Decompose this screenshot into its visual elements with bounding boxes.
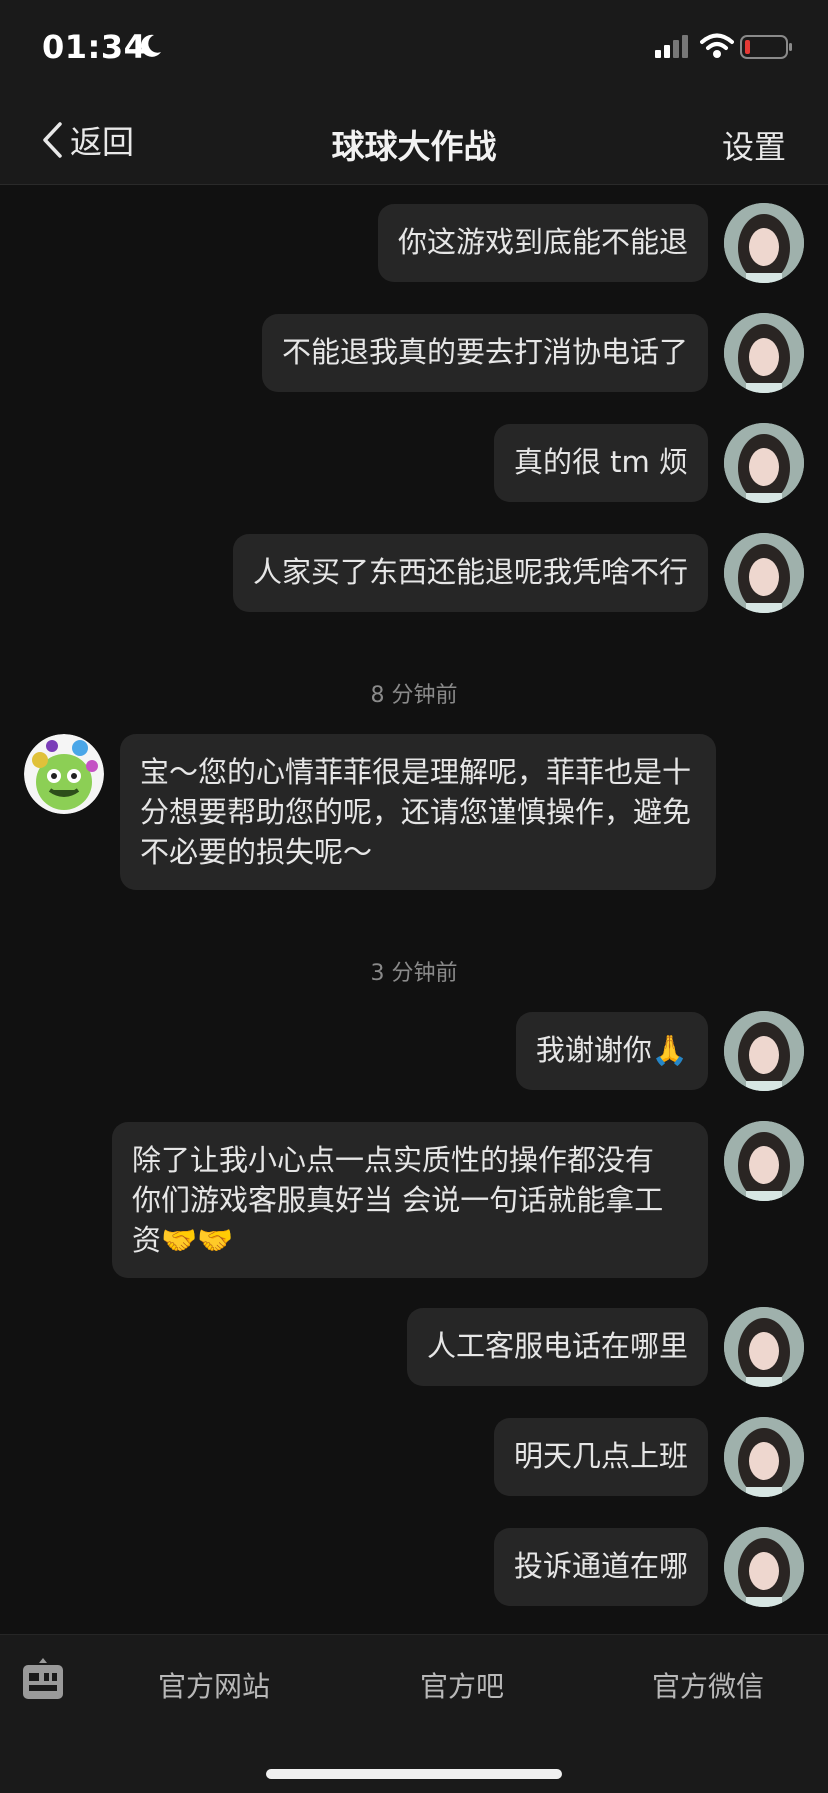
- message-bubble[interactable]: 你这游戏到底能不能退: [377, 204, 708, 282]
- tab-official-forum[interactable]: 官方吧: [420, 1665, 504, 1705]
- user-avatar[interactable]: [724, 423, 804, 503]
- user-avatar[interactable]: [724, 533, 804, 613]
- avatar-image: [724, 1527, 804, 1607]
- avatar-image: [724, 423, 804, 503]
- message-bubble[interactable]: 不能退我真的要去打消协电话了: [261, 314, 708, 392]
- bottom-bar: 官方网站 官方吧 官方微信: [0, 1634, 828, 1793]
- avatar-image: [724, 1121, 804, 1201]
- message-bubble[interactable]: 明天几点上班: [493, 1418, 708, 1496]
- timestamp: 8 分钟前: [370, 683, 458, 708]
- avatar-image: [724, 1417, 804, 1497]
- message-bubble[interactable]: 人工客服电话在哪里: [406, 1308, 708, 1386]
- settings-button[interactable]: 设置: [722, 122, 786, 168]
- chat-list[interactable]: 你这游戏到底能不能退 不能退我真的要去打消协电话了 真的很 tm 烦 人家买了东…: [0, 185, 828, 1633]
- keyboard-icon[interactable]: [22, 1657, 64, 1701]
- user-avatar[interactable]: [724, 1417, 804, 1497]
- user-avatar[interactable]: [724, 1307, 804, 1387]
- user-avatar[interactable]: [724, 1011, 804, 1091]
- avatar-image: [724, 1307, 804, 1387]
- user-avatar[interactable]: [724, 1121, 804, 1201]
- user-avatar[interactable]: [724, 1527, 804, 1607]
- monster-icon: [24, 734, 104, 814]
- message-bubble[interactable]: 我谢谢你🙏: [515, 1012, 708, 1090]
- user-avatar[interactable]: [724, 203, 804, 283]
- reply-bubble[interactable]: 宝～您的心情菲菲很是理解呢，菲菲也是十分想要帮助您的呢，还请您谨慎操作，避免不必…: [120, 734, 716, 890]
- avatar-image: [724, 203, 804, 283]
- wifi-icon: [700, 33, 734, 58]
- nav-bar: 返回 球球大作战 设置: [0, 96, 828, 185]
- home-indicator[interactable]: [266, 1769, 562, 1779]
- message-bubble[interactable]: 投诉通道在哪: [493, 1528, 708, 1606]
- avatar-image: [724, 533, 804, 613]
- moon-icon: [140, 34, 161, 57]
- status-bar: 01:34: [0, 0, 828, 96]
- timestamp: 3 分钟前: [370, 961, 458, 986]
- status-time: 01:34: [42, 28, 147, 66]
- service-avatar[interactable]: [24, 734, 104, 814]
- signal-icon: [655, 35, 688, 58]
- tab-official-wechat[interactable]: 官方微信: [652, 1665, 764, 1705]
- message-bubble[interactable]: 人家买了东西还能退呢我凭啥不行: [232, 534, 708, 612]
- message-bubble[interactable]: 真的很 tm 烦: [493, 424, 708, 502]
- page-title: 球球大作战: [331, 127, 497, 166]
- avatar-image: [724, 1011, 804, 1091]
- avatar-image: [724, 313, 804, 393]
- user-avatar[interactable]: [724, 313, 804, 393]
- tab-official-website[interactable]: 官方网站: [158, 1665, 270, 1705]
- battery-icon: [740, 35, 792, 59]
- message-bubble[interactable]: 除了让我小心点一点实质性的操作都没有 你们游戏客服真好当 会说一句话就能拿工资🤝…: [112, 1122, 708, 1278]
